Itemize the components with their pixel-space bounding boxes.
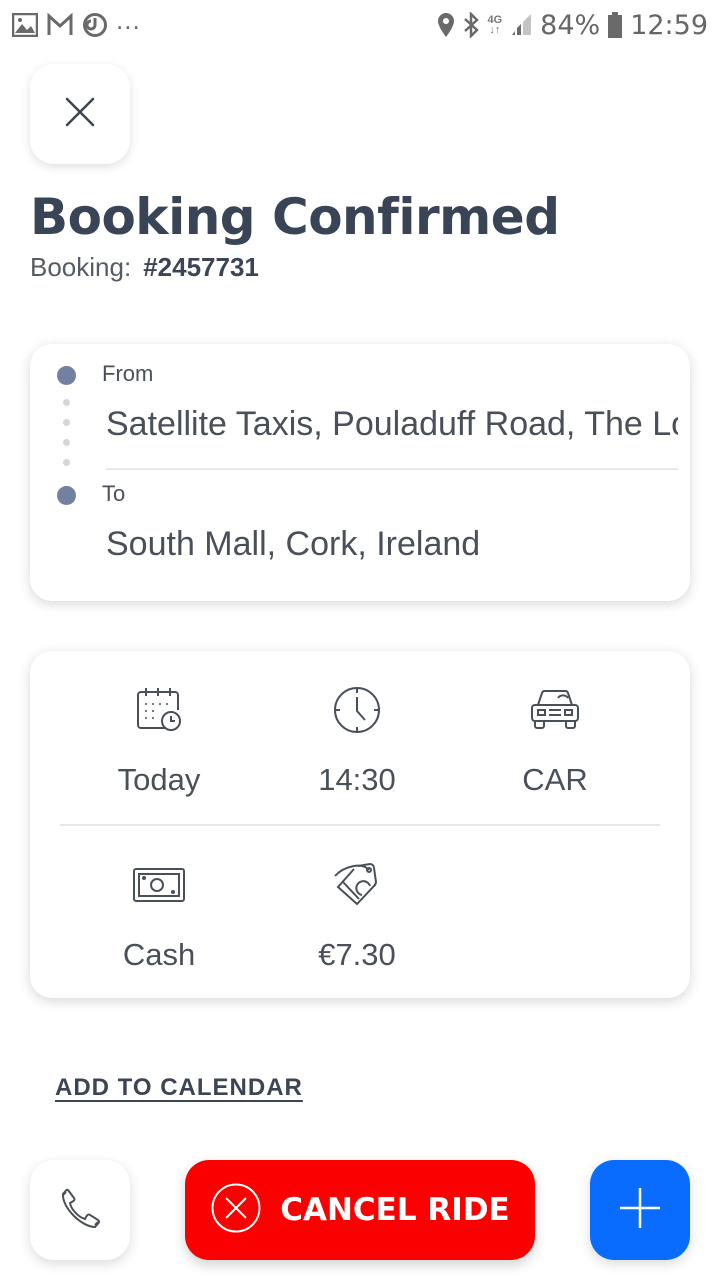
booking-label: Booking:	[30, 252, 132, 282]
plus-icon	[618, 1186, 662, 1235]
call-button[interactable]	[30, 1160, 130, 1260]
vehicle-value: CAR	[522, 762, 588, 797]
from-label: From	[102, 361, 154, 386]
network-type: 4G ↓↑	[487, 14, 503, 36]
to-label: To	[102, 481, 126, 506]
status-bar: ... 4G ↓↑ 84% 12:59	[0, 0, 720, 50]
close-icon	[64, 96, 96, 133]
from-address[interactable]: Satellite Taxis, Pouladuff Road, The Lou…	[106, 405, 678, 444]
page-title: Booking Confirmed	[30, 188, 560, 246]
route-card: From Satellite Taxis, Pouladuff Road, Th…	[30, 344, 690, 601]
cancel-ride-button[interactable]: CANCEL RIDE	[185, 1160, 535, 1260]
ride-details-card: Today 14:30 CAR Cash €7.30	[30, 651, 690, 998]
cancel-circle-icon	[210, 1182, 262, 1239]
calendar-clock-icon	[59, 684, 259, 736]
location-icon	[437, 12, 455, 38]
car-icon	[455, 684, 655, 736]
notification-overflow: ...	[116, 4, 141, 35]
to-address[interactable]: South Mall, Cork, Ireland	[106, 525, 678, 564]
route-divider	[106, 468, 678, 470]
details-divider	[60, 824, 660, 826]
pickup-dot-icon	[57, 366, 76, 385]
booking-reference: Booking: #2457731	[30, 252, 259, 283]
detail-vehicle: CAR	[455, 684, 655, 798]
close-button[interactable]	[30, 64, 130, 164]
detail-payment: Cash	[59, 859, 259, 973]
clock-icon	[257, 684, 457, 736]
dropoff-dot-icon	[57, 486, 76, 505]
route-dot	[63, 459, 70, 466]
sync-icon	[82, 12, 108, 38]
route-dot	[63, 419, 70, 426]
add-to-calendar-link[interactable]: ADD TO CALENDAR	[55, 1074, 303, 1102]
time-value: 14:30	[318, 762, 396, 797]
bluetooth-icon	[463, 12, 480, 38]
phone-icon	[58, 1186, 102, 1235]
clock-time: 12:59	[630, 9, 708, 41]
price-value: €7.30	[318, 937, 396, 972]
gmail-icon	[46, 13, 74, 37]
gallery-icon	[12, 13, 38, 37]
add-booking-button[interactable]	[590, 1160, 690, 1260]
detail-date: Today	[59, 684, 259, 798]
cancel-ride-label: CANCEL RIDE	[280, 1192, 510, 1228]
battery-percent: 84%	[540, 9, 601, 41]
detail-price: €7.30	[257, 859, 457, 973]
detail-time: 14:30	[257, 684, 457, 798]
payment-value: Cash	[122, 937, 196, 972]
route-dot	[63, 439, 70, 446]
battery-icon	[608, 12, 623, 38]
booking-number: #2457731	[143, 252, 259, 282]
price-tag-icon	[257, 859, 457, 911]
route-dot	[63, 399, 70, 406]
signal-icon	[510, 13, 532, 37]
cash-icon	[59, 859, 259, 911]
date-value: Today	[117, 762, 201, 797]
